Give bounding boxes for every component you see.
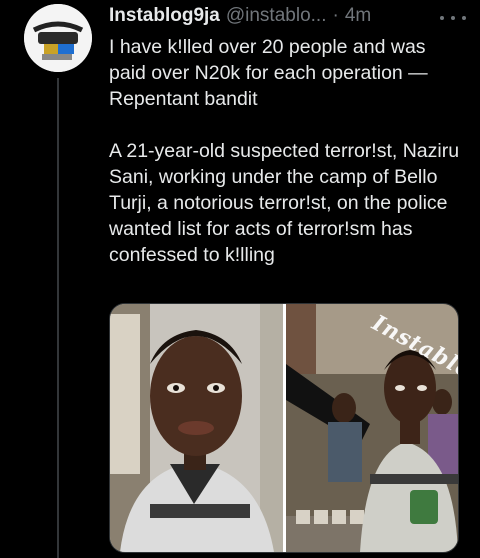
tweet-paragraph: I have k!lled over 20 people and was pai… bbox=[109, 36, 428, 110]
tweet-paragraph: A 21-year-old suspected terror!st, Nazir… bbox=[109, 140, 460, 266]
thread-connector-line bbox=[57, 78, 59, 558]
separator-dot: · bbox=[332, 5, 339, 26]
author-name[interactable]: Instablog9ja bbox=[109, 5, 220, 27]
more-horizontal-icon[interactable] bbox=[440, 11, 466, 25]
tweet-header: Instablog9ja @instablo... · 4m bbox=[109, 5, 466, 29]
avatar[interactable] bbox=[24, 4, 92, 72]
author-handle[interactable]: @instablo... bbox=[226, 5, 327, 27]
instablog9ja-logo bbox=[24, 4, 92, 72]
timestamp[interactable]: 4m bbox=[345, 5, 371, 27]
tweet-text: I have k!lled over 20 people and was pai… bbox=[109, 34, 465, 268]
tweet-photo[interactable]: Instablog9ja bbox=[109, 303, 459, 553]
